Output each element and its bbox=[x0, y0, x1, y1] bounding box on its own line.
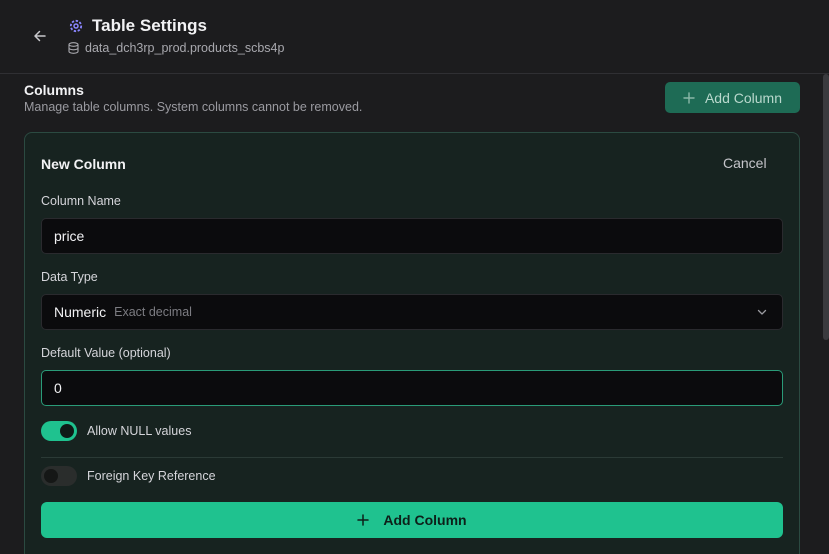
plus-icon bbox=[683, 91, 695, 104]
data-type-hint: Exact decimal bbox=[114, 305, 192, 319]
gear-icon bbox=[69, 19, 83, 33]
new-column-card: New Column Cancel Column Name Data Type … bbox=[24, 132, 800, 554]
add-column-button-label: Add Column bbox=[704, 89, 783, 106]
table-path-row: data_dch3rp_prod.products_scbs4p bbox=[68, 41, 284, 55]
add-column-button[interactable]: Add Column bbox=[665, 82, 800, 113]
allow-null-toggle-row[interactable]: Allow NULL values bbox=[41, 421, 191, 441]
scrollbar-thumb[interactable] bbox=[823, 74, 829, 340]
submit-add-column-button[interactable]: Add Column bbox=[41, 502, 783, 538]
back-button[interactable] bbox=[30, 26, 50, 46]
page-title: Table Settings bbox=[92, 16, 207, 35]
title-row: Table Settings bbox=[68, 16, 207, 36]
foreign-key-toggle-row[interactable]: Foreign Key Reference bbox=[41, 466, 216, 486]
submit-button-label: Add Column bbox=[383, 512, 467, 528]
section-description: Manage table columns. System columns can… bbox=[24, 100, 363, 114]
scrollbar[interactable] bbox=[823, 74, 829, 554]
toggle-knob bbox=[60, 424, 74, 438]
table-path: data_dch3rp_prod.products_scbs4p bbox=[85, 41, 285, 55]
allow-null-label: Allow NULL values bbox=[87, 424, 192, 438]
card-title: New Column bbox=[41, 156, 126, 172]
chevron-down-icon bbox=[757, 309, 767, 315]
plus-icon bbox=[357, 514, 370, 526]
default-value-label: Default Value (optional) bbox=[41, 346, 171, 360]
page-header: Table Settings data_dch3rp_prod.products… bbox=[0, 0, 829, 74]
column-name-label: Column Name bbox=[41, 194, 121, 208]
foreign-key-label: Foreign Key Reference bbox=[87, 469, 216, 483]
toggle-knob bbox=[44, 469, 58, 483]
data-type-select[interactable]: Numeric Exact decimal bbox=[41, 294, 783, 330]
arrow-left-icon[interactable] bbox=[33, 29, 47, 43]
allow-null-toggle[interactable] bbox=[41, 421, 77, 441]
data-type-value: Numeric bbox=[54, 304, 107, 320]
data-type-label: Data Type bbox=[41, 270, 98, 284]
divider bbox=[41, 457, 783, 458]
section-title: Columns bbox=[24, 82, 84, 98]
cancel-button[interactable]: Cancel bbox=[723, 155, 767, 171]
default-value-input[interactable] bbox=[41, 370, 783, 406]
column-name-input[interactable] bbox=[41, 218, 783, 254]
foreign-key-toggle[interactable] bbox=[41, 466, 77, 486]
database-icon bbox=[68, 42, 79, 54]
